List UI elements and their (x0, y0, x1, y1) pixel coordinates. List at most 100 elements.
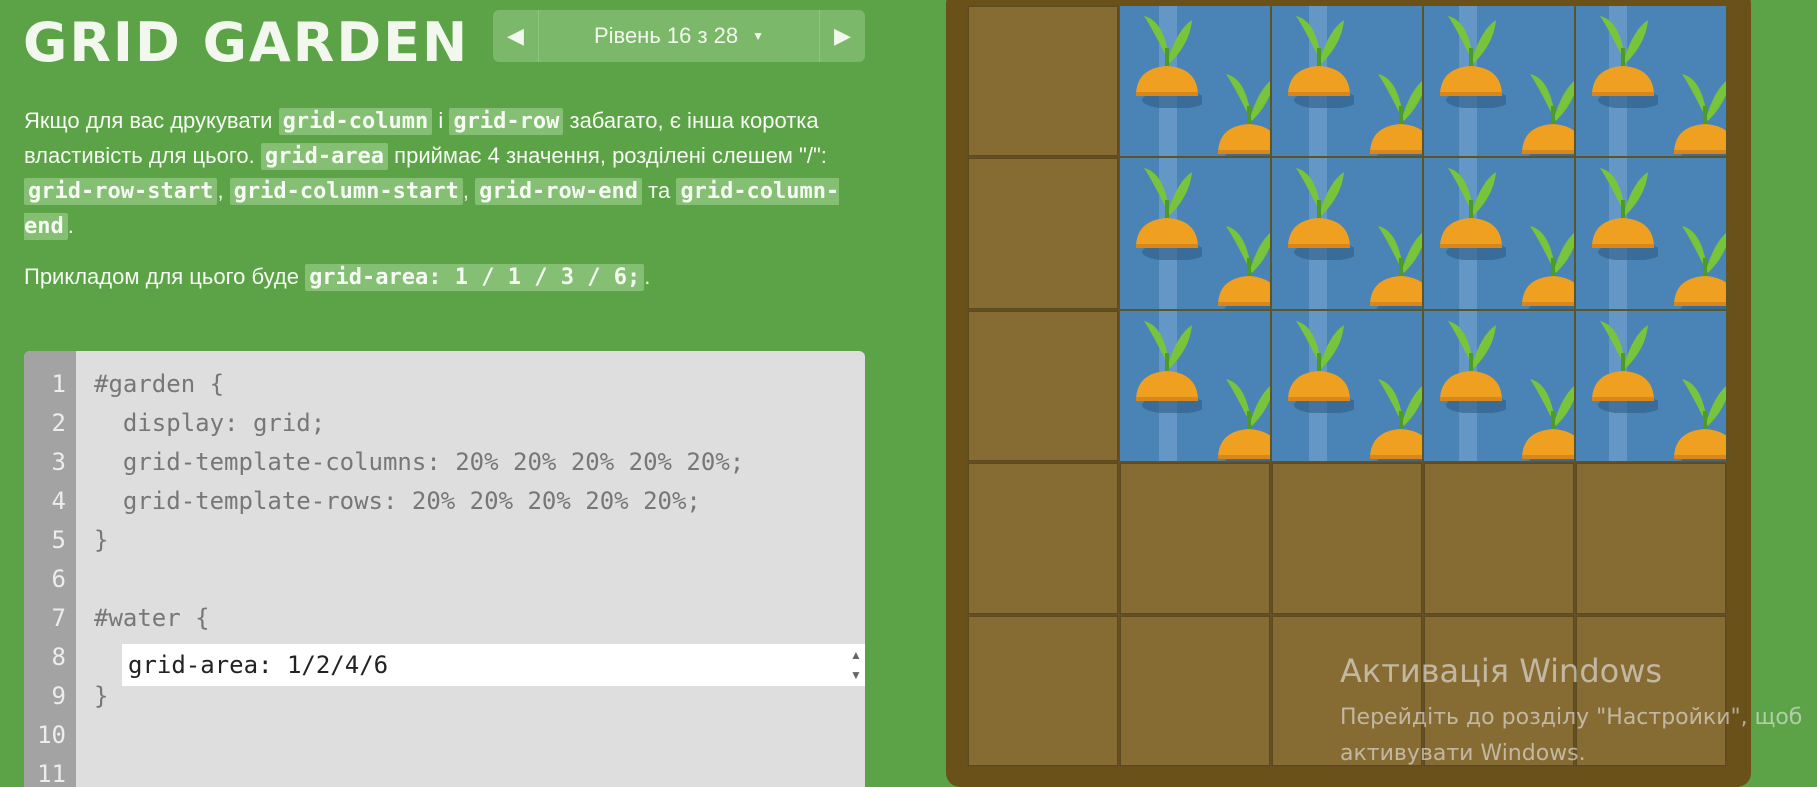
carrot-icon (1522, 226, 1574, 309)
soil-cell (967, 309, 1119, 463)
line-number: 1 (51, 370, 66, 398)
carrot-icon (1136, 16, 1202, 108)
text: Прикладом для цього буде (24, 264, 306, 289)
app-title: GRID GARDEN (23, 11, 470, 74)
code-text: } (94, 682, 109, 710)
level-selector[interactable]: Рівень 16 з 28 ▼ (539, 10, 819, 62)
text: приймає 4 значення, розділені слешем "/"… (388, 143, 827, 168)
soil-cell (1271, 462, 1423, 615)
soil-cell (1423, 462, 1575, 615)
code-grid-column: grid-column (278, 108, 433, 135)
soil-cell (1575, 462, 1727, 615)
code-line: 1 #garden { (24, 365, 865, 404)
water-cell (1575, 309, 1727, 463)
css-answer-input[interactable] (122, 644, 865, 686)
line-number: 10 (37, 721, 66, 749)
text: , (462, 178, 476, 203)
carrot-icon (1522, 378, 1574, 462)
soil-cell (1119, 614, 1271, 767)
code-grid-row-end: grid-row-end (475, 178, 643, 205)
level-label: Рівень 16 з 28 (593, 23, 739, 48)
carrot-icon (1440, 168, 1506, 261)
code-line: 10 (24, 716, 865, 755)
carrot-icon (1370, 226, 1422, 309)
carrot-icon (1370, 378, 1422, 462)
code-line: 3 grid-template-columns: 20% 20% 20% 20%… (24, 443, 865, 482)
code-text: grid-template-rows: 20% 20% 20% 20% 20%; (94, 487, 701, 515)
carrot-icon (1136, 320, 1202, 413)
water-cell (1423, 5, 1575, 158)
carrot-icon (1288, 168, 1354, 261)
carrot-icon (1370, 74, 1422, 157)
water-grid (1119, 5, 1727, 463)
instructions-paragraph-1: Якщо для вас друкувати grid-column і gri… (24, 104, 864, 244)
code-line: 4 grid-template-rows: 20% 20% 20% 20% 20… (24, 482, 865, 521)
text: та (642, 178, 677, 203)
code-grid-row: grid-row (449, 108, 564, 135)
carrot-icon (1674, 74, 1726, 157)
spinner-up-icon: ▲ (850, 648, 862, 662)
instructions-paragraph-2: Прикладом для цього буде grid-area: 1 / … (24, 260, 864, 295)
code-text: #water { (94, 604, 210, 632)
carrot-icon (1592, 16, 1658, 108)
line-number: 4 (51, 487, 66, 515)
carrot-icon (1440, 320, 1506, 413)
watermark-heading: Активація Windows (1340, 652, 1663, 690)
level-instructions: Якщо для вас друкувати grid-column і gri… (24, 104, 864, 311)
water-cell (1271, 5, 1423, 158)
soil-cell (1119, 462, 1271, 615)
next-level-button[interactable]: ▶ (819, 10, 865, 62)
line-number: 6 (51, 565, 66, 593)
line-number: 2 (51, 409, 66, 437)
code-grid-column-start: grid-column-start (229, 178, 463, 205)
carrot-icon (1674, 378, 1726, 462)
carrot-icon (1218, 378, 1270, 462)
water-cell (1271, 309, 1423, 463)
water-cell (1271, 157, 1423, 310)
code-line: 11 (24, 755, 865, 787)
water-cell (1119, 157, 1271, 310)
line-number: 8 (51, 643, 66, 671)
text: Якщо для вас друкувати (24, 108, 279, 133)
code-line: 2 display: grid; (24, 404, 865, 443)
text: і (432, 108, 450, 133)
water-cell (1119, 5, 1271, 158)
spinner-down-icon: ▼ (850, 668, 862, 682)
triangle-right-icon: ▶ (834, 23, 851, 48)
water-cell (1575, 157, 1727, 310)
code-editor: 1 #garden {2 display: grid; 3 grid-templat… (24, 351, 865, 787)
carrot-icon (1592, 168, 1658, 261)
text: . (67, 213, 74, 238)
soil-cell (967, 462, 1119, 615)
resize-handle[interactable]: ▲ ▼ (846, 647, 865, 683)
carrot-icon (1136, 168, 1202, 261)
windows-activation-watermark: Активація Windows Перейдіть до розділу "… (1340, 652, 1802, 772)
previous-level-button[interactable]: ◀ (493, 10, 539, 62)
code-line: 7 #water { (24, 599, 865, 638)
code-grid-row-start: grid-row-start (24, 178, 218, 205)
code-line: 5} (24, 521, 865, 560)
water-cell (1575, 5, 1727, 158)
line-number: 5 (51, 526, 66, 554)
triangle-left-icon: ◀ (507, 23, 524, 48)
text: , (217, 178, 230, 203)
code-example: grid-area: 1 / 1 / 3 / 6; (305, 264, 645, 291)
line-number: 11 (37, 760, 66, 787)
water-cell (1119, 309, 1271, 463)
text: . (644, 264, 651, 289)
code-text: #garden { (94, 370, 225, 398)
line-number: 7 (51, 604, 66, 632)
code-text: grid-template-columns: 20% 20% 20% 20% 2… (94, 448, 745, 476)
line-number: 3 (51, 448, 66, 476)
watermark-line-1: Перейдіть до розділу "Настройки", щоб (1340, 705, 1803, 730)
carrot-icon (1674, 226, 1726, 309)
code-text: } (94, 526, 109, 554)
carrot-icon (1522, 74, 1574, 157)
carrot-icon (1288, 320, 1354, 413)
code-line: 6 (24, 560, 865, 599)
code-grid-area: grid-area (260, 143, 389, 170)
watermark-line-2: активувати Windows. (1340, 741, 1586, 766)
soil-cell (967, 157, 1119, 310)
water-cell (1423, 309, 1575, 463)
carrot-icon (1288, 16, 1354, 108)
